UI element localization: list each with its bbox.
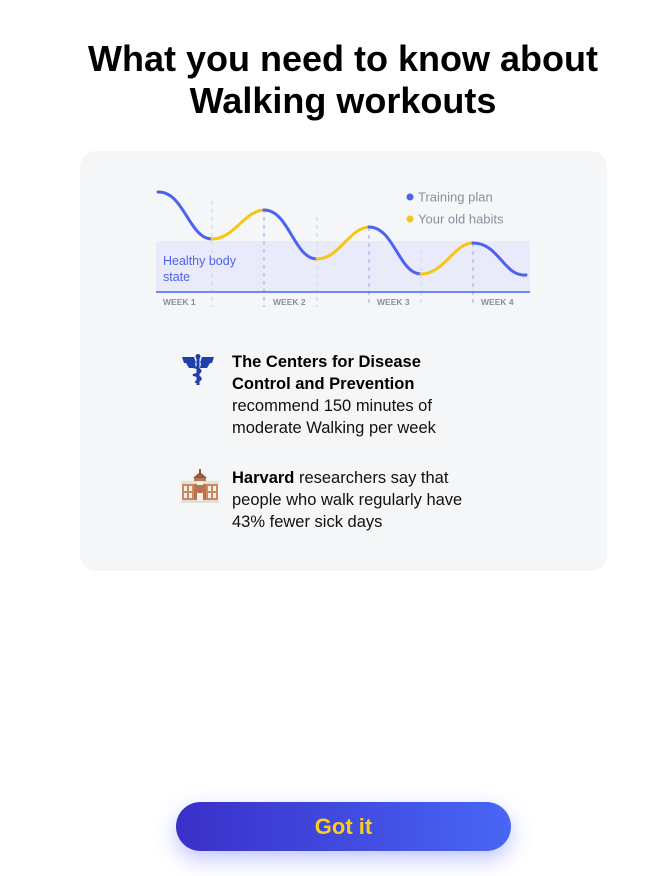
fact-cdc-body: recommend 150 minutes of moderate Walkin…: [232, 397, 436, 437]
fact-harvard-text: Harvard researchers say that people who …: [232, 467, 480, 533]
fact-cdc-text: The Centers for Disease Control and Prev…: [232, 351, 480, 439]
band-label-line-2: state: [163, 270, 190, 284]
caduceus-icon: [180, 353, 224, 389]
legend-habits-label: Your old habits: [418, 212, 504, 227]
band-label-line-1: Healthy body: [163, 254, 237, 268]
page-title: What you need to know about Walking work…: [0, 38, 662, 122]
legend-training-label: Training plan: [418, 190, 493, 205]
info-card: Healthy body state Training plan Your ol…: [80, 151, 607, 571]
x-tick-label: WEEK 2: [273, 297, 306, 307]
x-tick-label: WEEK 1: [163, 297, 196, 307]
title-line-1: What you need to know about: [88, 38, 598, 79]
fact-harvard: Harvard researchers say that people who …: [180, 467, 480, 533]
x-tick-label: WEEK 3: [377, 297, 410, 307]
got-it-button[interactable]: Got it: [176, 802, 511, 851]
fact-harvard-source: Harvard: [232, 469, 295, 487]
university-building-icon: [180, 469, 224, 505]
habits-chart: Healthy body state Training plan Your ol…: [156, 190, 530, 307]
old-habits-line: [210, 208, 266, 241]
training-plan-line: [156, 190, 214, 241]
legend-dot-habits: [406, 215, 414, 223]
title-line-2: Walking workouts: [189, 80, 497, 121]
legend-dot-training: [406, 193, 414, 201]
fact-cdc-source: The Centers for Disease Control and Prev…: [232, 353, 421, 393]
x-tick-label: WEEK 4: [481, 297, 514, 307]
fact-cdc: The Centers for Disease Control and Prev…: [180, 351, 480, 439]
